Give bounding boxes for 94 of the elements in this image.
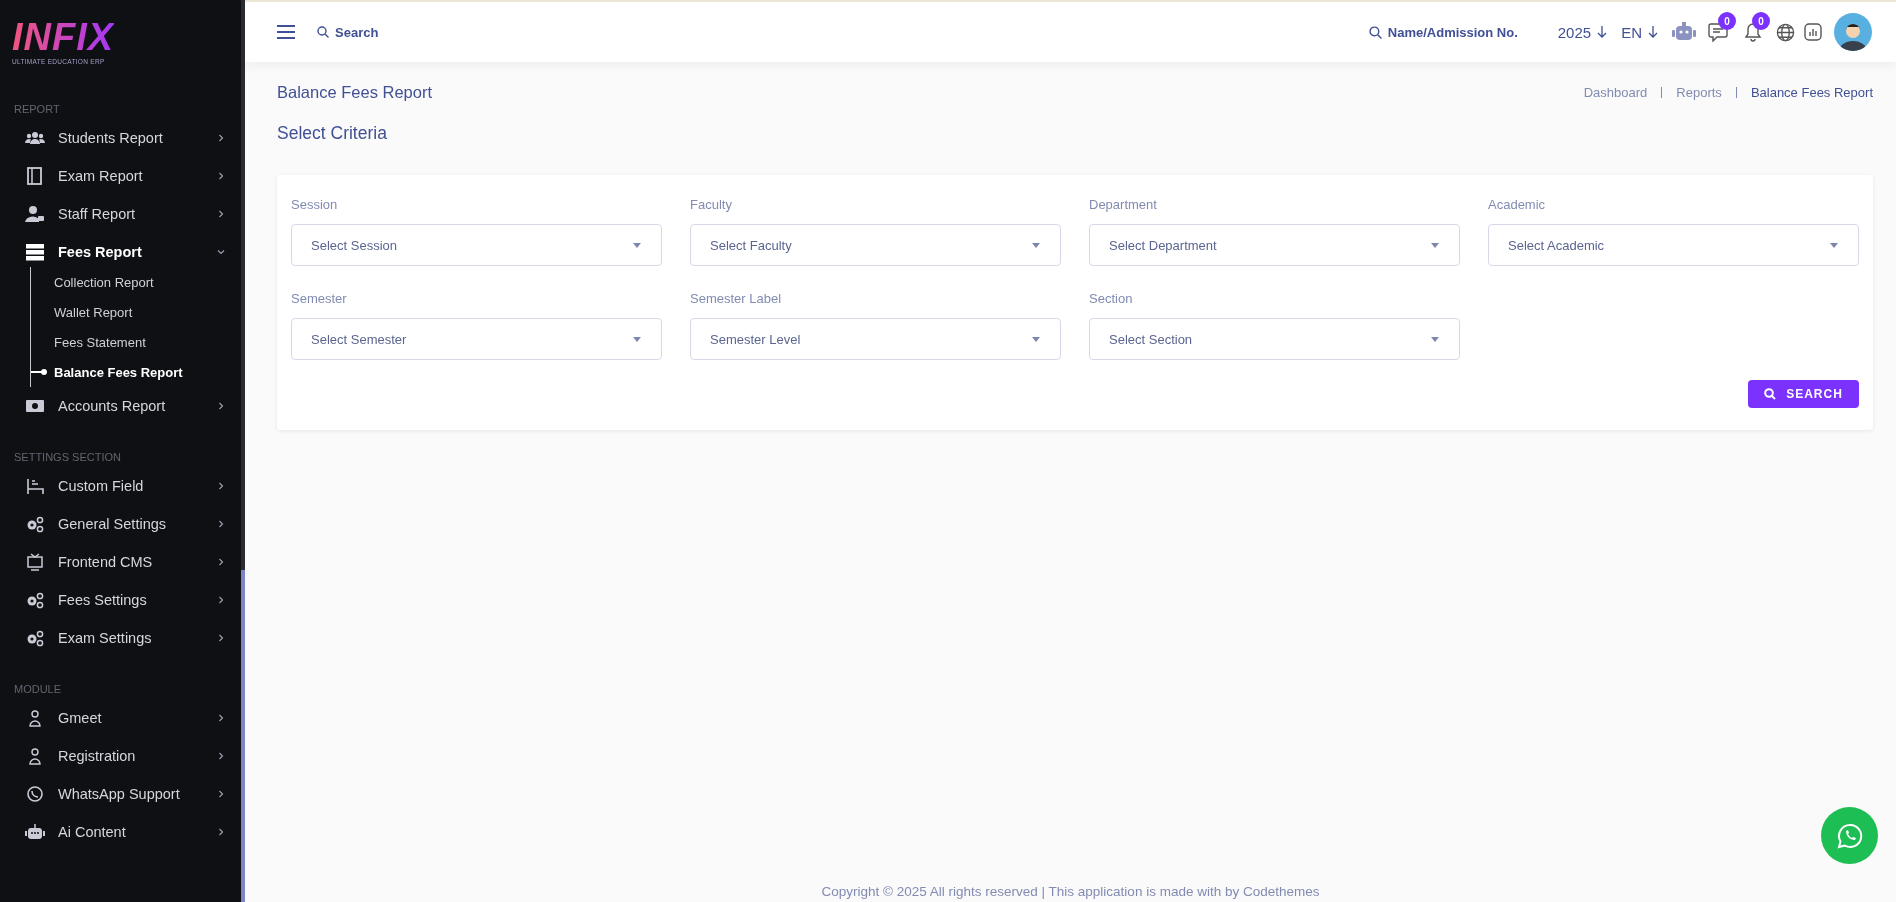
caret-icon (1431, 336, 1439, 342)
section-heading: REPORT (13, 102, 60, 117)
caret-icon (633, 336, 641, 342)
sidebar-item[interactable]: Exam Report (0, 157, 245, 195)
select-field[interactable]: Semester Level (690, 318, 1061, 360)
search-icon (317, 26, 329, 38)
monitor-icon (25, 553, 45, 571)
caret-icon (1830, 242, 1838, 248)
users-icon (25, 129, 45, 147)
gears-icon (25, 515, 45, 533)
sidebar-item[interactable]: Staff Report (0, 195, 245, 233)
chevron-icon (217, 402, 225, 410)
scrollbar-thumb[interactable] (241, 570, 245, 902)
robot-icon (25, 823, 45, 841)
select-field[interactable]: Select Department (1089, 224, 1460, 266)
chevron-icon (217, 714, 225, 722)
sidebar-item[interactable]: Registration (0, 737, 245, 775)
bed-icon (25, 477, 45, 495)
globe-icon[interactable] (1776, 22, 1795, 42)
language-selector[interactable]: EN (1621, 23, 1642, 41)
sidebar-item[interactable]: Exam Settings (0, 619, 245, 657)
count-badge: 0 (1718, 12, 1736, 30)
chevron-icon (217, 634, 225, 642)
sidebar-item[interactable]: Frontend CMS (0, 543, 245, 581)
whatsapp-icon (25, 785, 45, 803)
chart-icon[interactable] (1804, 23, 1822, 41)
search-icon (1764, 388, 1777, 400)
menu-icon[interactable] (277, 25, 295, 39)
chevron-icon (217, 828, 225, 836)
server-icon (25, 243, 45, 261)
submenu-item[interactable]: Fees Statement (54, 334, 146, 350)
sidebar-item[interactable]: Accounts Report (0, 387, 245, 425)
field-label: Faculty (690, 197, 732, 212)
section-heading: MODULE (13, 682, 62, 697)
sidebar-item[interactable]: WhatsApp Support (0, 775, 245, 813)
chevron-icon (217, 558, 225, 566)
sidebar-item[interactable]: Custom Field (0, 467, 245, 505)
sidebar-item[interactable]: Students Report (0, 119, 245, 157)
whatsapp-icon (1836, 822, 1863, 849)
active-marker (31, 371, 43, 373)
count-badge: 0 (1752, 12, 1770, 30)
chevron-icon (217, 520, 225, 528)
chevron-icon (217, 248, 225, 256)
breadcrumb-link[interactable]: Balance Fees Report (1750, 84, 1873, 100)
year-selector[interactable]: 2025 (1557, 23, 1592, 41)
arrow-down-icon (1597, 26, 1608, 38)
person-silhouette-icon (1839, 21, 1867, 51)
banknote-icon (25, 397, 45, 415)
search-icon (1368, 25, 1382, 39)
submenu-item[interactable]: Balance Fees Report (54, 364, 183, 380)
sidebar-item[interactable]: Fees Report (0, 233, 245, 271)
search-field[interactable]: Search (335, 24, 455, 40)
field-label: Department (1089, 197, 1157, 212)
footer-text: Copyright © 2025 All rights reserved | This application is made with by Codethemes (821, 884, 1320, 899)
sidebar-item[interactable]: Fees Settings (0, 581, 245, 619)
chevron-icon (217, 210, 225, 218)
user-tag-icon (25, 205, 45, 223)
robot-icon[interactable] (1672, 22, 1696, 42)
select-field[interactable]: Select Academic (1488, 224, 1859, 266)
chevron-icon (217, 596, 225, 604)
caret-icon (633, 242, 641, 248)
sidebar-item[interactable]: Gmeet (0, 699, 245, 737)
book-icon (25, 167, 45, 185)
active-dot (41, 369, 47, 375)
chevron-icon (217, 790, 225, 798)
field-label: Section (1089, 291, 1133, 306)
chevron-icon (217, 172, 225, 180)
page-title: Balance Fees Report (277, 82, 432, 102)
gears-icon (25, 629, 45, 647)
select-field[interactable]: Select Semester (291, 318, 662, 360)
caret-icon (1032, 336, 1040, 342)
arrow-down-icon (1648, 26, 1658, 38)
chevron-icon (217, 752, 225, 760)
select-field[interactable]: Select Faculty (690, 224, 1061, 266)
select-field[interactable]: Select Section (1089, 318, 1460, 360)
field-label: Semester Label (690, 291, 782, 306)
sidebar-item[interactable]: General Settings (0, 505, 245, 543)
chevron-icon (217, 134, 225, 142)
select-field[interactable]: Select Session (291, 224, 662, 266)
gears-icon (25, 591, 45, 609)
chevron-icon (217, 482, 225, 490)
avatar[interactable] (1834, 13, 1872, 51)
caret-icon (1032, 242, 1040, 248)
sidebar-item[interactable]: Ai Content (0, 813, 245, 851)
field-label: Session (291, 197, 338, 212)
submenu-item[interactable]: Wallet Report (54, 304, 133, 320)
caret-icon (1431, 242, 1439, 248)
search-button[interactable]: SEARCH (1748, 380, 1859, 408)
field-label: Academic (1488, 197, 1546, 212)
student-search-field[interactable]: Name/Admission No. (1387, 24, 1538, 40)
section-heading: SETTINGS SECTION (13, 450, 121, 465)
field-label: Semester (291, 291, 347, 306)
section-title: Select Criteria (277, 123, 387, 144)
submenu-item[interactable]: Collection Report (54, 274, 154, 290)
